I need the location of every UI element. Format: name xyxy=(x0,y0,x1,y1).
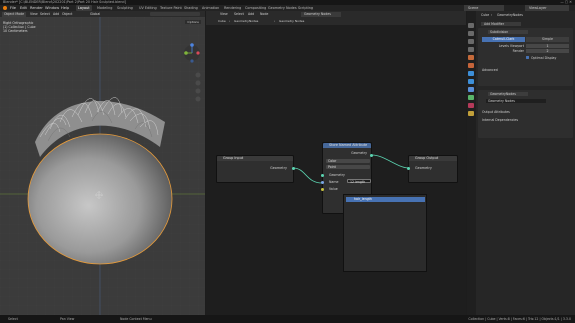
name-text-field[interactable]: 12 length xyxy=(347,179,371,184)
status-select: Select xyxy=(8,316,18,321)
geometry-output-socket[interactable] xyxy=(292,167,295,170)
status-pan-view: Pan View xyxy=(60,316,75,321)
value-label: Value xyxy=(329,187,338,191)
properties-modifier-name: GeometryNodes xyxy=(497,13,523,17)
store-geometry-out-label: Geometry xyxy=(351,151,367,155)
3d-viewport[interactable]: Object Mode View Select Add Object Globa… xyxy=(0,11,205,315)
group-output-node[interactable]: Group Output Geometry xyxy=(407,155,458,183)
particles-tab-icon[interactable] xyxy=(468,79,474,84)
geometry-nodes-panel: GeometryNodes Geometry Nodes Output Attr… xyxy=(478,90,573,138)
constraints-tab-icon[interactable] xyxy=(468,95,474,100)
view-layer-tab-icon[interactable] xyxy=(468,47,474,52)
output-tab-icon[interactable] xyxy=(468,39,474,44)
status-scene-stats: Collection | Cube | Verts:8 | Faces:6 | … xyxy=(468,316,571,321)
blender-logo-icon[interactable] xyxy=(3,6,7,10)
optimal-display-checkbox[interactable] xyxy=(526,56,529,59)
scene-tab-icon[interactable] xyxy=(468,55,474,60)
geometry-input-socket[interactable] xyxy=(407,167,410,170)
store-geometry-out-socket[interactable] xyxy=(370,154,373,157)
node-group-selector[interactable]: Geometry Nodes xyxy=(486,99,546,103)
render-levels-field[interactable]: 2 xyxy=(526,49,569,53)
group-input-node[interactable]: Group Input Geometry xyxy=(216,155,295,183)
viewport-scene xyxy=(0,17,205,315)
viewport-shading-buttons[interactable] xyxy=(150,12,200,16)
levels-viewport-label: Levels Viewport xyxy=(498,44,524,48)
group-input-title: Group Input xyxy=(217,156,293,161)
properties-tab-bar xyxy=(467,11,476,315)
camera-view-icon xyxy=(195,88,201,94)
node-editor[interactable]: View Select Add Node Geometry Nodes Cube… xyxy=(206,11,466,315)
subdivision-name-field[interactable]: Subdivision xyxy=(488,30,528,34)
internal-dependencies-subpanel[interactable]: Internal Dependencies xyxy=(482,118,518,122)
autocomplete-dropdown: hair_length xyxy=(343,194,427,272)
world-tab-icon[interactable] xyxy=(468,63,474,68)
tool-tab-icon[interactable] xyxy=(468,23,474,28)
store-geometry-in-label: Geometry xyxy=(329,173,345,177)
autocomplete-item-hair-length[interactable]: hair_length xyxy=(346,197,425,202)
output-attributes-subpanel[interactable]: Output Attributes xyxy=(482,110,510,114)
material-tab-icon[interactable] xyxy=(468,103,474,108)
render-tab-icon[interactable] xyxy=(468,31,474,36)
value-socket[interactable] xyxy=(321,188,324,191)
data-type-dropdown[interactable]: Color xyxy=(326,159,370,163)
subdivision-panel: Subdivision Catmull-Clark Simple Levels … xyxy=(478,28,573,86)
optimal-display-label: Optimal Display xyxy=(531,55,557,60)
pan-hand-icon xyxy=(195,80,201,86)
catmull-clark-tab[interactable]: Catmull-Clark xyxy=(482,37,525,42)
group-input-geometry-label: Geometry xyxy=(270,166,287,170)
advanced-subpanel[interactable]: Advanced xyxy=(482,68,498,72)
texture-tab-icon[interactable] xyxy=(468,111,474,116)
add-modifier-button[interactable]: Add Modifier xyxy=(481,22,521,26)
zoom-icon xyxy=(195,72,201,78)
geometry-nodes-name-field[interactable]: GeometryNodes xyxy=(488,92,528,96)
render-levels-label: Render xyxy=(512,49,524,53)
sphere-mesh[interactable] xyxy=(28,134,172,264)
group-output-geometry-label: Geometry xyxy=(415,166,432,170)
perspective-toggle-icon xyxy=(195,96,201,102)
status-bar: Select Pan View Node Context Menu Collec… xyxy=(0,315,575,323)
store-geometry-in-socket[interactable] xyxy=(321,174,324,177)
mode-selector[interactable]: Object Mode xyxy=(2,11,27,17)
levels-viewport-field[interactable]: 1 xyxy=(526,44,569,48)
group-output-title: Group Output xyxy=(409,156,457,161)
simple-tab[interactable]: Simple xyxy=(526,37,569,42)
name-label: Name xyxy=(329,180,339,184)
properties-editor[interactable]: Cube › GeometryNodes Add Modifier Subdiv… xyxy=(467,11,575,315)
physics-tab-icon[interactable] xyxy=(468,87,474,92)
store-node-title: Store Named Attribute xyxy=(323,143,371,148)
domain-dropdown[interactable]: Point xyxy=(326,165,370,169)
modifier-tab-icon[interactable] xyxy=(468,71,474,76)
name-socket[interactable] xyxy=(321,181,324,184)
properties-object-name: Cube xyxy=(481,13,490,17)
status-node-context-menu: Node Context Menu xyxy=(120,316,152,321)
